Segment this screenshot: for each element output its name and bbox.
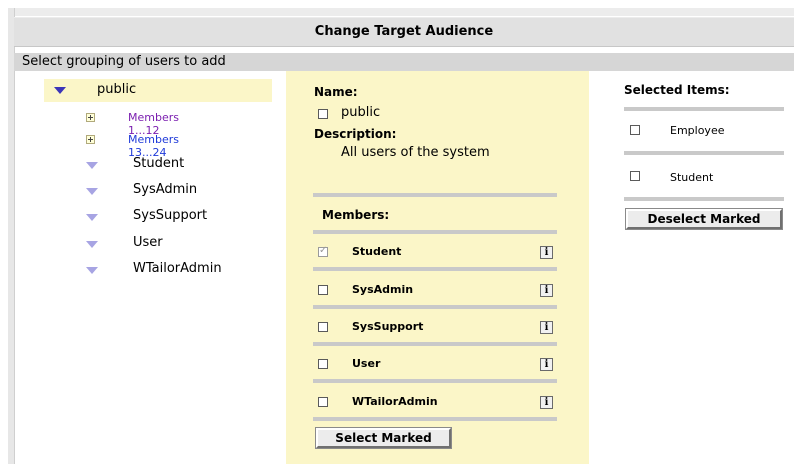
separator bbox=[313, 193, 557, 197]
top-border bbox=[14, 8, 794, 16]
name-heading: Name: bbox=[314, 85, 358, 99]
tree-item-label[interactable]: SysSupport bbox=[133, 208, 207, 223]
member-row-syssupport: SysSupport i bbox=[286, 312, 589, 342]
member-label: Student bbox=[352, 245, 402, 258]
tree-item-label[interactable]: User bbox=[133, 235, 163, 250]
info-icon[interactable]: i bbox=[540, 321, 553, 334]
member-label: SysSupport bbox=[352, 320, 424, 333]
member-checkbox[interactable] bbox=[318, 285, 328, 295]
select-marked-button[interactable]: Select Marked bbox=[315, 427, 452, 449]
name-value: public bbox=[341, 105, 381, 120]
separator bbox=[624, 197, 784, 201]
grouping-instruction: Select grouping of users to add bbox=[14, 53, 794, 71]
separator bbox=[313, 342, 557, 346]
member-checkbox[interactable] bbox=[318, 397, 328, 407]
group-triangle-icon[interactable] bbox=[86, 267, 98, 274]
left-border bbox=[8, 8, 15, 464]
separator bbox=[313, 379, 557, 383]
member-label: User bbox=[352, 357, 381, 370]
members-heading: Members: bbox=[322, 208, 390, 222]
description-value: All users of the system bbox=[341, 145, 490, 160]
selected-item-label: Student bbox=[670, 171, 714, 184]
group-triangle-icon[interactable] bbox=[86, 188, 98, 195]
tree-item-label[interactable]: Student bbox=[133, 156, 184, 171]
separator bbox=[313, 267, 557, 271]
description-heading: Description: bbox=[314, 127, 397, 141]
member-row-wtailoradmin: WTailorAdmin i bbox=[286, 387, 589, 417]
member-row-user: User i bbox=[286, 349, 589, 379]
separator bbox=[313, 305, 557, 309]
selected-item-checkbox[interactable] bbox=[630, 171, 640, 181]
separator bbox=[624, 151, 784, 155]
member-label: SysAdmin bbox=[352, 283, 414, 296]
separator bbox=[313, 230, 557, 234]
separator bbox=[624, 107, 784, 111]
member-checkbox[interactable] bbox=[318, 322, 328, 332]
tree-item-label[interactable]: SysAdmin bbox=[133, 182, 197, 197]
group-triangle-icon[interactable] bbox=[86, 214, 98, 221]
name-checkbox[interactable] bbox=[318, 109, 328, 119]
member-row-student: Student i bbox=[286, 237, 589, 267]
group-triangle-icon[interactable] bbox=[86, 162, 98, 169]
info-icon[interactable]: i bbox=[540, 358, 553, 371]
expand-plus-icon[interactable] bbox=[86, 135, 95, 144]
tree-root-public[interactable]: public bbox=[44, 79, 272, 102]
group-triangle-icon[interactable] bbox=[86, 241, 98, 248]
selected-items-panel: Selected Items: Employee Student Deselec… bbox=[620, 71, 794, 271]
selected-item-label: Employee bbox=[670, 124, 725, 137]
selected-item-checkbox[interactable] bbox=[630, 125, 640, 135]
separator bbox=[313, 417, 557, 421]
member-checkbox-checked[interactable] bbox=[318, 245, 328, 257]
info-icon[interactable]: i bbox=[540, 246, 553, 259]
member-label: WTailorAdmin bbox=[352, 395, 438, 408]
group-details-panel: Name: public Description: All users of t… bbox=[286, 71, 589, 464]
tree-root-label[interactable]: public bbox=[97, 82, 136, 97]
selected-items-heading: Selected Items: bbox=[624, 83, 730, 97]
deselect-marked-button[interactable]: Deselect Marked bbox=[625, 208, 783, 230]
page-title: Change Target Audience bbox=[14, 17, 794, 47]
info-icon[interactable]: i bbox=[540, 284, 553, 297]
member-checkbox[interactable] bbox=[318, 359, 328, 369]
tree-item-label[interactable]: WTailorAdmin bbox=[133, 261, 222, 276]
expanded-triangle-icon[interactable] bbox=[54, 87, 66, 94]
expand-plus-icon[interactable] bbox=[86, 113, 95, 122]
info-icon[interactable]: i bbox=[540, 396, 553, 409]
member-row-sysadmin: SysAdmin i bbox=[286, 275, 589, 305]
